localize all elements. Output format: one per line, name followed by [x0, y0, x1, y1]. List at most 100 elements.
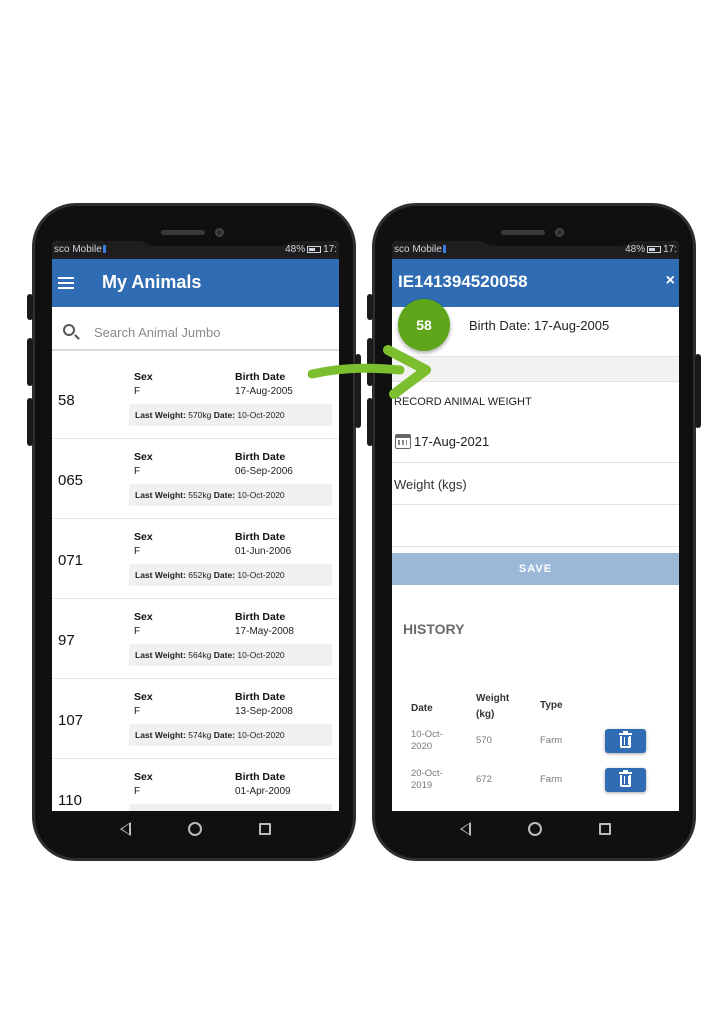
- weight-date-label: Date:: [213, 730, 236, 740]
- home-nav-icon[interactable]: [527, 822, 542, 836]
- carrier-label: sco Mobile: [54, 244, 102, 255]
- trash-icon: [619, 731, 632, 735]
- recents-nav-icon[interactable]: [258, 823, 271, 835]
- sex-label: Sex: [134, 611, 153, 623]
- battery-percent: 48%: [625, 244, 646, 255]
- clock: 17:: [323, 244, 337, 255]
- weight-date-value: 10-Oct-2020: [237, 730, 285, 740]
- history-row: 20-Oct-2019 672 Farm: [392, 764, 679, 800]
- camera: [215, 228, 224, 237]
- camera: [555, 228, 564, 237]
- sex-value: F: [134, 546, 141, 557]
- sex-label: Sex: [134, 771, 153, 783]
- battery-icon: [647, 245, 662, 253]
- sex-label: Sex: [134, 691, 153, 703]
- last-weight-label: Last Weight:: [135, 730, 186, 740]
- close-icon[interactable]: ×: [666, 272, 675, 290]
- signal-icon: [102, 245, 106, 254]
- birth-date-value: 13-Sep-2008: [235, 706, 293, 717]
- back-nav-icon[interactable]: [460, 822, 472, 836]
- animal-row[interactable]: 58 Sex F Birth Date 17-Aug-2005 Last Weight: …: [52, 359, 339, 439]
- weight-date-label: Date:: [213, 410, 236, 420]
- sex-value: F: [134, 386, 141, 397]
- history-type: Farm: [540, 735, 563, 746]
- back-nav-icon[interactable]: [120, 822, 132, 836]
- history-header-date: Date: [411, 703, 433, 714]
- birth-date-label: Birth Date: [235, 451, 286, 463]
- sex-label: Sex: [134, 451, 153, 463]
- app-bar: My Animals: [52, 259, 339, 307]
- speaker: [501, 230, 545, 235]
- history-weight: 672: [476, 774, 492, 785]
- date-field[interactable]: 17-Aug-2021: [392, 423, 679, 463]
- history-header-type: Type: [540, 700, 563, 711]
- weight-date-label: Date:: [213, 490, 236, 500]
- notch: [135, 206, 299, 246]
- birth-date-value: 06-Sep-2006: [235, 466, 293, 477]
- last-weight-value: 652kg: [188, 570, 212, 580]
- last-weight-box: Last Weight: 652kg Date: 10-Oct-2020: [129, 564, 332, 586]
- birth-date-value: 17-Aug-2005: [235, 386, 293, 397]
- search-icon: [63, 324, 75, 336]
- screen-left: sco Mobile 48% 17: My Animals Search Anim…: [52, 241, 339, 811]
- clock: 17:: [663, 244, 677, 255]
- birth-date-value: 01-Apr-2009: [235, 786, 291, 797]
- animal-row[interactable]: 065 Sex F Birth Date 06-Sep-2006 Last Weight:…: [52, 439, 339, 519]
- weight-date-value: 10-Oct-2020: [237, 490, 285, 500]
- history-date: 20-Oct-2019: [411, 768, 443, 791]
- screen-right: sco Mobile 48% 17: IE141394520058 × 58 Bi…: [392, 241, 679, 811]
- weight-date-value: 10-Oct-2020: [237, 650, 285, 660]
- animal-tag: 110: [58, 792, 82, 809]
- birth-date-text: Birth Date: 17-Aug-2005: [469, 318, 610, 333]
- delete-button[interactable]: [605, 768, 646, 792]
- hamburger-icon[interactable]: [58, 277, 74, 289]
- delete-button[interactable]: [605, 729, 646, 753]
- sex-label: Sex: [134, 531, 153, 543]
- battery-percent: 48%: [285, 244, 306, 255]
- last-weight-box: Last Weight: 520kg Date: 10-Oct-2020: [129, 804, 332, 811]
- history-date: 10-Oct-2020: [411, 729, 443, 752]
- weight-date-value: 10-Oct-2020: [237, 570, 285, 580]
- nav-bar: [392, 811, 679, 847]
- side-button: [367, 398, 373, 446]
- animal-row[interactable]: 071 Sex F Birth Date 01-Jun-2006 Last Weight:…: [52, 519, 339, 599]
- speaker: [161, 230, 205, 235]
- search-input[interactable]: Search Animal Jumbo: [94, 325, 220, 340]
- weight-date-value: 10-Oct-2020: [237, 410, 285, 420]
- animal-list: 58 Sex F Birth Date 17-Aug-2005 Last Weight: …: [52, 359, 339, 811]
- history-row: 10-Oct-2020 570 Farm: [392, 725, 679, 761]
- search-bar[interactable]: Search Animal Jumbo: [52, 313, 339, 351]
- trash-icon: [619, 770, 632, 774]
- weight-field[interactable]: Weight (kgs): [392, 463, 679, 505]
- empty-field[interactable]: [392, 505, 679, 547]
- sex-label: Sex: [134, 371, 153, 383]
- side-button: [27, 294, 33, 320]
- last-weight-box: Last Weight: 574kg Date: 10-Oct-2020: [129, 724, 332, 746]
- weight-date-label: Date:: [213, 650, 236, 660]
- history-type: Farm: [540, 774, 563, 785]
- last-weight-box: Last Weight: 564kg Date: 10-Oct-2020: [129, 644, 332, 666]
- save-button[interactable]: SAVE: [392, 553, 679, 585]
- animal-row[interactable]: 110 Sex F Birth Date 01-Apr-2009 Last Weight:…: [52, 759, 339, 811]
- animal-row[interactable]: 107 Sex F Birth Date 13-Sep-2008 Last Weight:…: [52, 679, 339, 759]
- birth-date-label: Birth Date: [235, 611, 286, 623]
- phone-right: sco Mobile 48% 17: IE141394520058 × 58 Bi…: [367, 203, 701, 861]
- last-weight-box: Last Weight: 552kg Date: 10-Oct-2020: [129, 484, 332, 506]
- recents-nav-icon[interactable]: [598, 823, 611, 835]
- divider-band: [392, 356, 679, 382]
- animal-tag: 107: [58, 712, 84, 729]
- birth-date-value: 17-May-2008: [235, 626, 294, 637]
- side-button: [695, 354, 701, 428]
- animal-tag: 065: [58, 472, 84, 489]
- last-weight-value: 570kg: [188, 410, 212, 420]
- animal-row[interactable]: 97 Sex F Birth Date 17-May-2008 Last Weight: …: [52, 599, 339, 679]
- home-nav-icon[interactable]: [187, 822, 202, 836]
- calendar-icon[interactable]: [395, 434, 411, 449]
- animal-tag: 58: [58, 392, 75, 409]
- page-title: My Animals: [102, 272, 202, 292]
- last-weight-value: 564kg: [188, 650, 212, 660]
- date-value[interactable]: 17-Aug-2021: [414, 434, 489, 449]
- weight-input[interactable]: Weight (kgs): [394, 477, 467, 492]
- side-button: [27, 338, 33, 386]
- app-bar: IE141394520058 ×: [392, 259, 679, 307]
